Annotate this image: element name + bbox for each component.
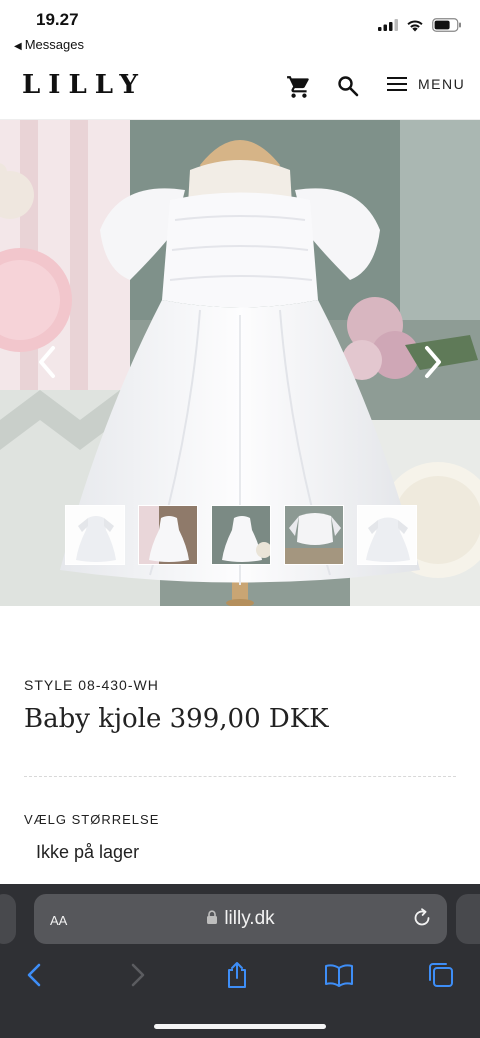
reload-icon[interactable] (411, 907, 433, 929)
tabs-icon[interactable] (426, 960, 456, 990)
back-triangle-icon: ◀ (14, 41, 22, 52)
status-bar: 19.27 ◀ Messages (0, 0, 480, 56)
thumbnail-2[interactable] (138, 505, 198, 565)
url-display[interactable]: lilly.dk (34, 908, 447, 930)
back-icon[interactable] (20, 960, 50, 990)
stock-status: Ikke på lager (36, 842, 140, 862)
lilly-logo[interactable]: LILLY (22, 70, 146, 100)
forward-icon[interactable] (122, 960, 152, 990)
product-style-number: STYLE 08-430-WH (24, 677, 159, 693)
lock-icon (207, 910, 218, 924)
menu-button[interactable]: MENU (386, 76, 465, 92)
previous-tab-preview[interactable] (0, 894, 16, 944)
hamburger-icon (387, 77, 407, 91)
gallery-next-arrow-icon[interactable] (417, 342, 447, 382)
site-header: LILLY MENU (0, 56, 480, 120)
address-bar[interactable]: AA lilly.dk (34, 894, 447, 944)
thumbnail-4[interactable] (284, 505, 344, 565)
wifi-icon (407, 19, 423, 31)
battery-icon (432, 18, 461, 32)
back-label: Messages (24, 37, 84, 52)
section-divider (24, 776, 456, 777)
signal-icon (378, 19, 398, 31)
status-time: 19.27 (36, 10, 79, 29)
gallery-thumbnails (65, 505, 417, 565)
gallery-prev-arrow-icon[interactable] (33, 342, 63, 382)
home-indicator (154, 1024, 326, 1029)
product-gallery[interactable] (0, 120, 480, 606)
thumbnail-1[interactable] (65, 505, 125, 565)
share-icon[interactable] (222, 960, 252, 990)
thumbnail-3[interactable] (211, 505, 271, 565)
thumbnail-5[interactable] (357, 505, 417, 565)
browser-toolbar: AA lilly.dk (0, 884, 480, 1038)
bookmarks-icon[interactable] (324, 960, 354, 990)
back-to-messages[interactable]: ◀ Messages (14, 37, 84, 52)
next-tab-preview[interactable] (456, 894, 480, 944)
search-icon[interactable] (336, 74, 360, 98)
menu-label: MENU (418, 76, 466, 92)
product-title: Baby kjole 399,00 DKK (24, 704, 329, 734)
status-icons (378, 18, 462, 32)
url-text: lilly.dk (224, 908, 275, 929)
cart-icon[interactable] (286, 74, 312, 100)
size-select-label: VÆLG STØRRELSE (24, 812, 160, 827)
